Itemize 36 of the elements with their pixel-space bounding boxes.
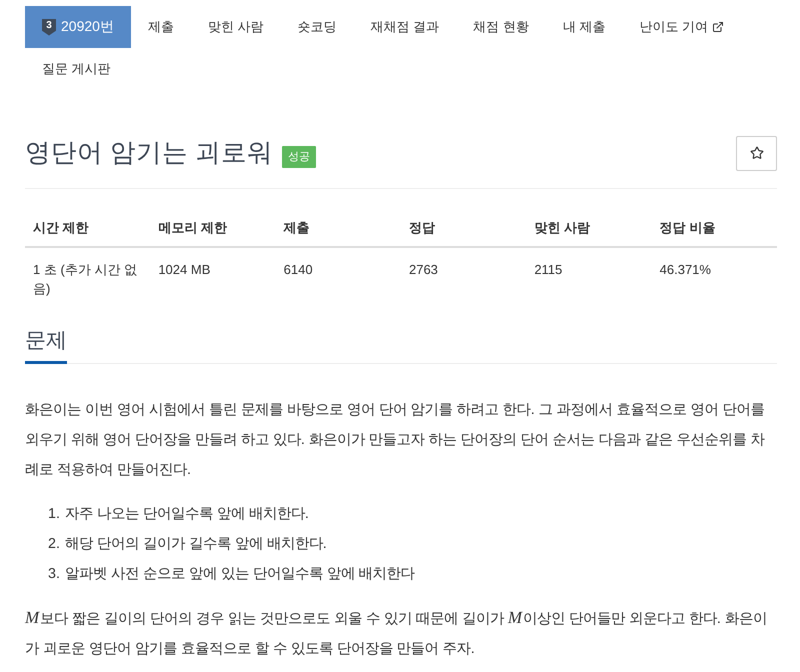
table-header-cell: 정답	[400, 210, 526, 247]
table-cell: 1 초 (추가 시간 없음)	[25, 247, 150, 304]
external-link-icon	[712, 21, 724, 33]
problem-paragraph: 화은이는 이번 영어 시험에서 틀린 문제를 바탕으로 영어 단어 암기를 하려고 한다. 그 과정에서 효율적으로 영어 단어를 외우기 위해 영어 단어장을 만들려 하고 있다. 화은이가 만들고자 하는 단어장의 단어 순서는 다음과 같은 우선순위를 차례로 적용하여 만들어진다.	[25, 401, 766, 480]
list-item-text: 자주 나오는 단어일수록 앞에 배치한다.	[64, 505, 309, 524]
list-item-text: 해당 단어의 길이가 길수록 앞에 배치한다.	[64, 535, 327, 554]
nav-tab[interactable]: 맞힌 사람	[190, 6, 281, 48]
nav-tab[interactable]: 숏코딩	[280, 6, 354, 48]
table-header-cell: 제출	[276, 210, 401, 247]
section-heading: 문제	[25, 326, 67, 364]
star-icon	[750, 146, 764, 160]
status-badge: 성공	[282, 146, 316, 168]
table-header-cell: 정답 비율	[652, 210, 777, 247]
table-header-cell: 메모리 제한	[150, 210, 276, 247]
nav-tab[interactable]: 3 20920번	[25, 6, 131, 48]
nav-tab[interactable]: 내 제출	[546, 6, 622, 48]
list-number: 2.	[48, 535, 60, 554]
table-header-cell: 시간 제한	[25, 210, 150, 247]
nav-tab[interactable]: 재채점 결과	[354, 6, 456, 48]
nav-tab[interactable]: 제출	[130, 6, 191, 48]
table-header-cell: 맞힌 사람	[526, 210, 652, 247]
problem-title: 영단어 암기는 괴로워	[25, 138, 274, 169]
table-cell: 1024 MB	[150, 247, 276, 304]
table-cell: 6140	[276, 247, 401, 304]
table-cell: 2115	[526, 247, 652, 304]
list-number: 1.	[48, 505, 60, 524]
list-number: 3.	[48, 565, 60, 584]
table-cell: 46.371%	[652, 247, 777, 304]
nav-tab[interactable]: 채점 현황	[456, 6, 546, 48]
nav-tab[interactable]: 질문 게시판	[25, 48, 128, 90]
nav-tab[interactable]: 난이도 기여	[622, 6, 742, 48]
table-cell: 2763	[400, 247, 526, 304]
tier-badge: 3	[42, 18, 56, 36]
list-item-text: 알파벳 사전 순으로 앞에 있는 단어일수록 앞에 배치한다	[64, 565, 415, 584]
problem-paragraph: M보다 짧은 길이의 단어의 경우 읽는 것만으로도 외울 수 있기 때문에 길이가 M이상인 단어들만 외운다고 한다. 화은이가 괴로운 영단어 암기를 효율적으로 할 수 있도록 단어장을 만들어 주자.	[25, 607, 768, 659]
favorite-button[interactable]	[736, 136, 777, 170]
